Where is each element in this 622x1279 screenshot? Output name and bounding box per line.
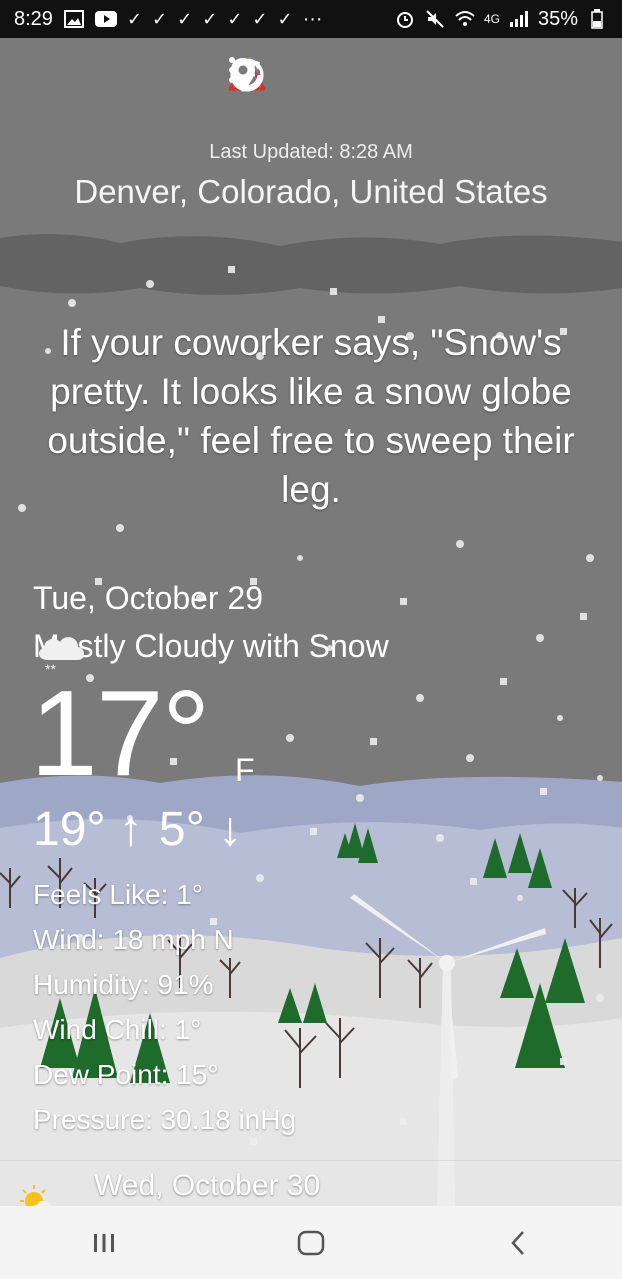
dew-point: Dew Point: 15° [33, 1059, 219, 1090]
wifi-icon [454, 8, 476, 30]
checkbox-icon: ✓ [277, 9, 293, 29]
overflow-menu-button[interactable] [229, 56, 608, 100]
current-date: Tue, October 29 [33, 580, 264, 616]
feels-like: Feels Like: 1° [33, 879, 203, 910]
more-notifications-icon: ··· [302, 7, 323, 30]
checkbox-icon: ✓ [177, 9, 193, 29]
checkbox-icon: ✓ [152, 9, 168, 29]
gallery-icon [63, 8, 85, 30]
home-icon [297, 1230, 325, 1255]
weather-quote: If your coworker says, "Snow's pretty. I… [47, 322, 575, 510]
pressure: Pressure: 30.18 inHg [33, 1104, 297, 1135]
toolbar: H [228, 56, 608, 100]
signal-icon [508, 8, 530, 30]
humidity: Humidity: 91% [33, 969, 214, 1000]
alarm-icon [394, 8, 416, 30]
low-temperature: 5° ↓ [158, 803, 243, 856]
home-button[interactable] [271, 1213, 351, 1273]
network-type: 4G [483, 12, 500, 26]
add-location-button[interactable] [230, 56, 488, 100]
history-button[interactable]: H [230, 56, 416, 100]
back-button[interactable] [478, 1213, 558, 1273]
recents-button[interactable] [64, 1213, 144, 1273]
wind-chill: Wind Chill: 1° [33, 1014, 202, 1045]
temperature-unit: F [235, 752, 255, 788]
recents-icon [93, 1233, 114, 1252]
checkbox-icon: ✓ [202, 9, 218, 29]
back-icon [511, 1230, 525, 1255]
refresh-button[interactable] [233, 56, 344, 100]
location-name: Denver, Colorado, United States [74, 173, 548, 210]
status-time: 8:29 [14, 7, 53, 30]
next-date: Wed, October 30 [94, 1169, 321, 1202]
checkbox-icon: ✓ [252, 9, 268, 29]
weather-details: Feels Like: 1° Wind: 18 mph N Humidity: … [33, 872, 296, 1142]
checkbox-icon: ✓ [126, 9, 143, 29]
partly-sunny-icon [20, 1185, 51, 1206]
navigation-bar [0, 1206, 622, 1279]
high-temperature: 19° ↑ [33, 803, 143, 856]
youtube-icon [94, 8, 117, 30]
battery-level: 35% [537, 7, 578, 30]
battery-icon [586, 8, 608, 30]
high-low: 19° ↑ 5° ↓ [33, 802, 242, 857]
wind: Wind: 18 mph N [33, 924, 234, 955]
forecast-next-day[interactable]: Wed, October 30 [0, 1160, 622, 1206]
status-bar: 8:29 ✓ ✓ ✓ ✓ ✓ ✓ ✓ ··· 4G 35% [0, 0, 622, 38]
weather-scene: H Last Updated: 8:28 AM Denver, Colorado… [0, 38, 622, 1206]
current-temperature: 17° [30, 665, 210, 801]
checkbox-icon: ✓ [227, 9, 243, 29]
last-updated: Last Updated: 8:28 AM [209, 141, 413, 163]
location-button[interactable] [231, 56, 560, 100]
more-icon [229, 57, 235, 83]
mute-icon [424, 8, 446, 30]
condition-row: ** Mostly Cloudy with Snow [33, 628, 389, 676]
